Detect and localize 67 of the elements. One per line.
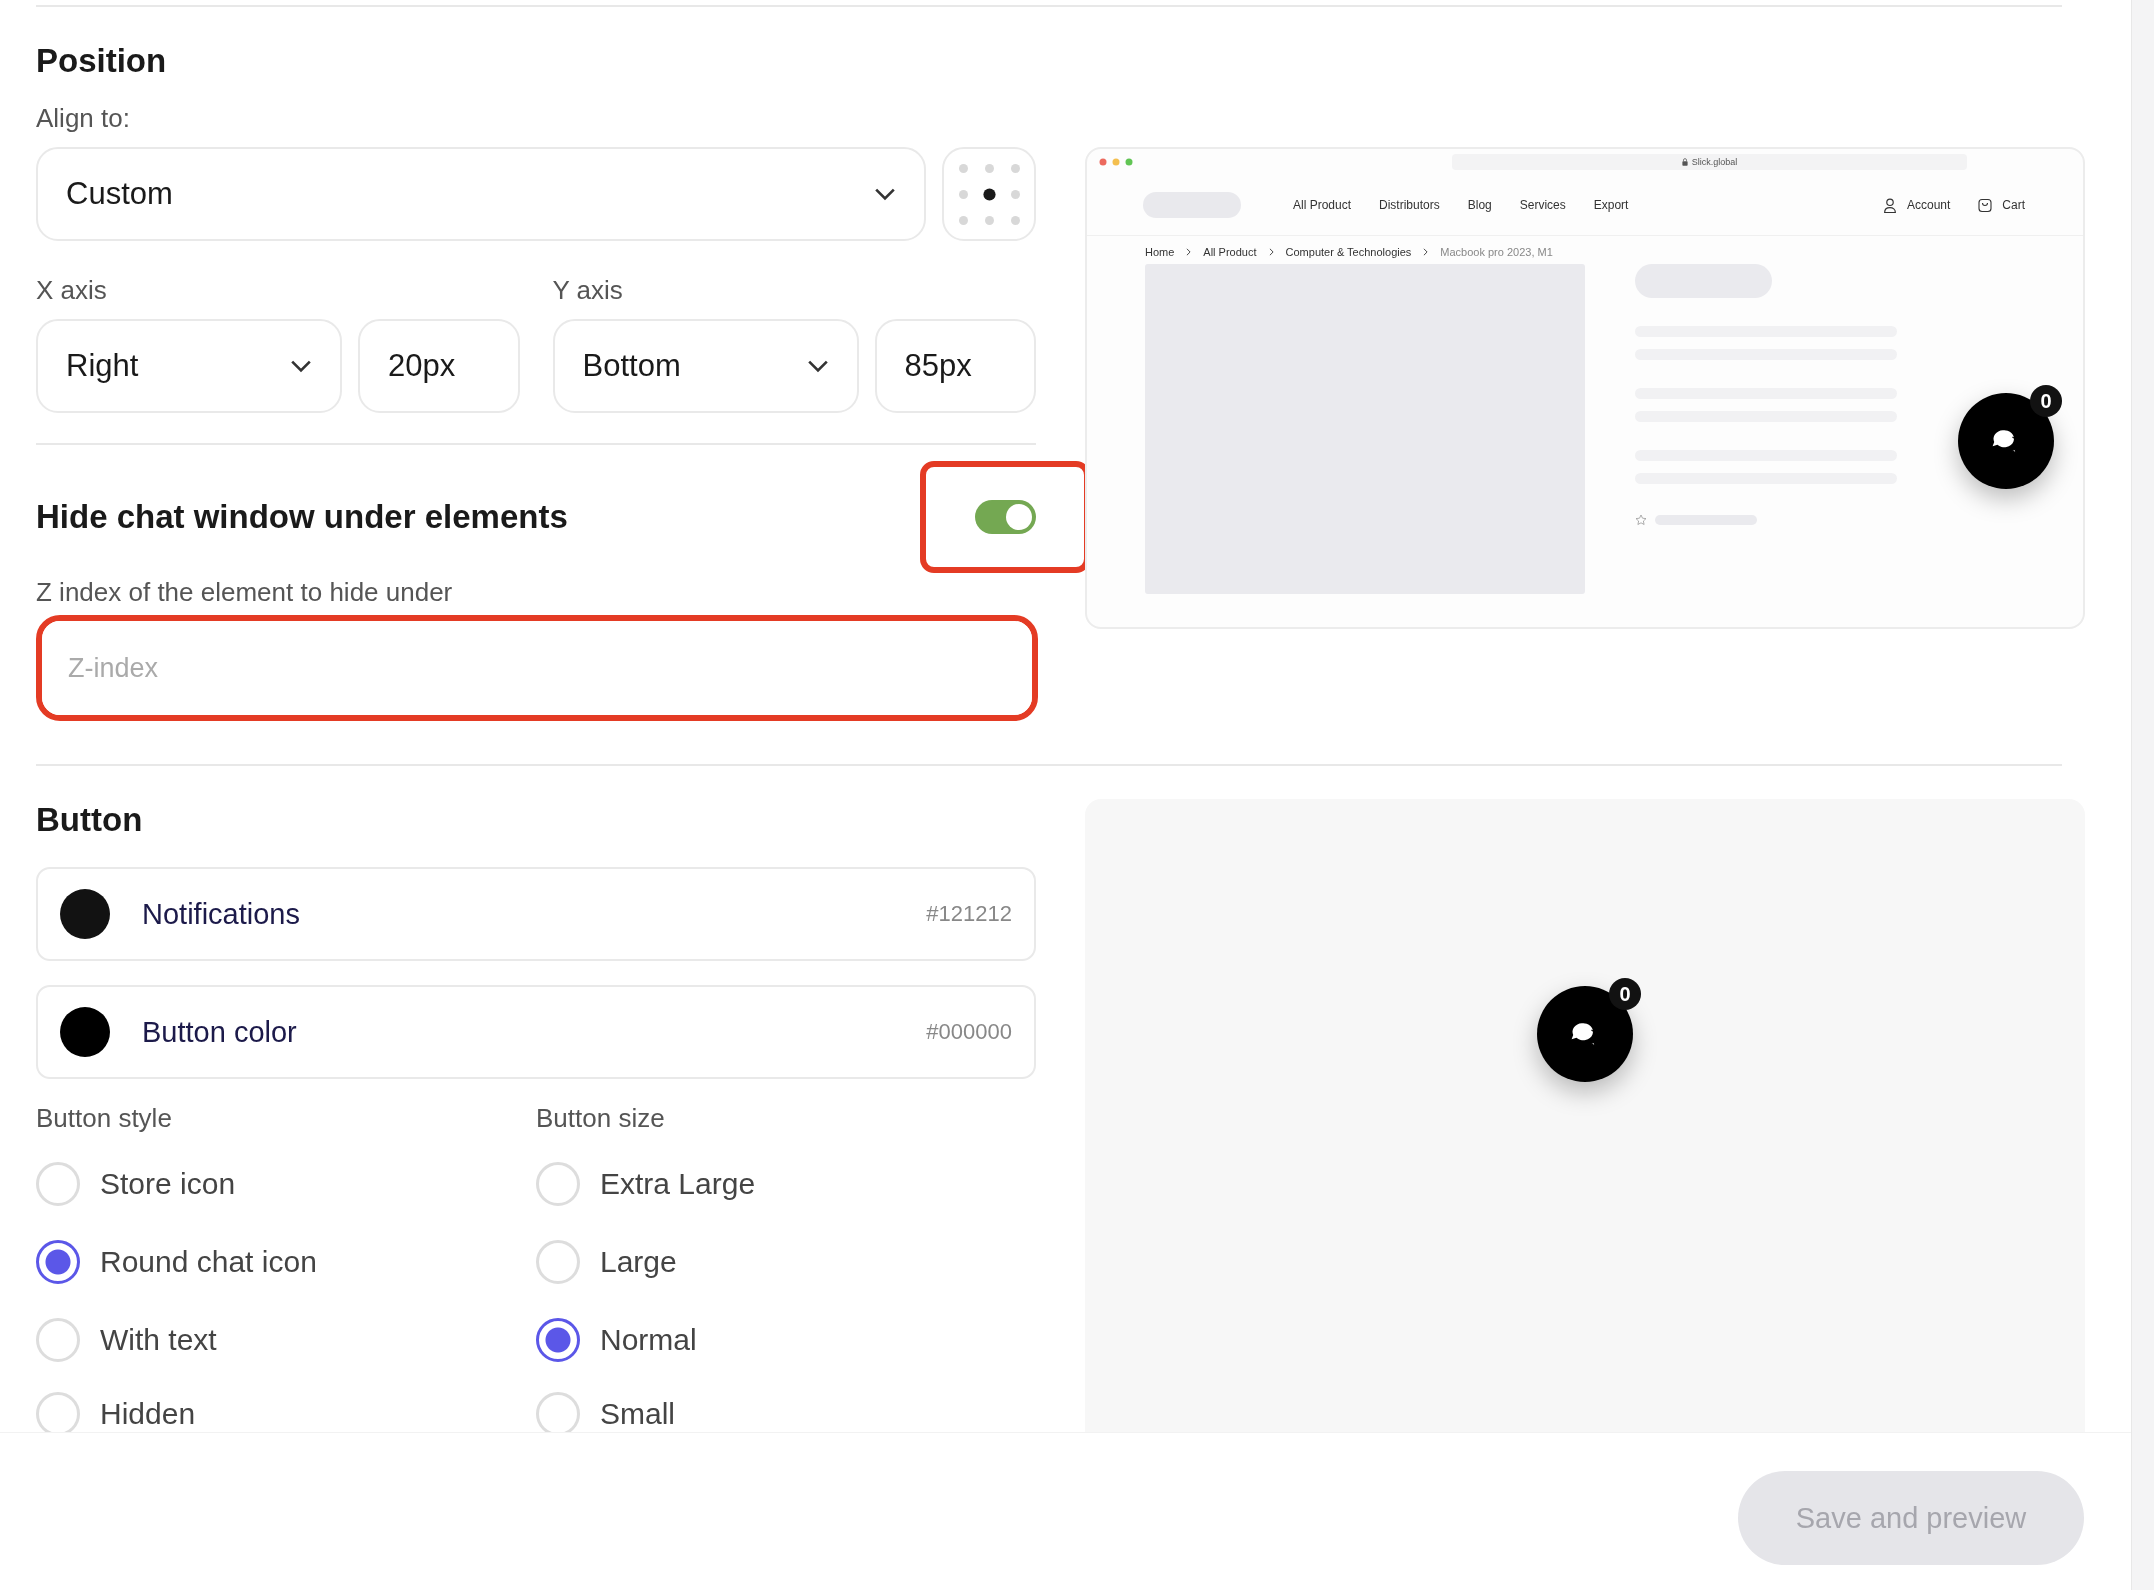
radio-label: Hidden [100, 1397, 196, 1431]
side-select[interactable]: Bottom [552, 319, 859, 413]
chevron-down-icon [806, 359, 829, 373]
nav-link[interactable]: Distributors [1379, 198, 1440, 212]
color-picker-row[interactable]: Button color #000000 [36, 985, 1036, 1079]
anchor-dot[interactable] [984, 163, 994, 173]
color-value: #121212 [926, 901, 1012, 927]
breadcrumb-link[interactable]: Computer & Technologies [1285, 246, 1412, 258]
side-select[interactable]: Right [36, 319, 342, 413]
anchor-dot[interactable] [1010, 189, 1020, 199]
radio-label: Round chat icon [100, 1245, 317, 1279]
url-text: Slick.global [1691, 157, 1738, 167]
anchor-dot[interactable] [984, 215, 994, 225]
field-label: Button size [536, 1103, 666, 1133]
anchor-dot[interactable] [958, 163, 968, 173]
radio-label: Extra Large [600, 1167, 756, 1201]
align-select[interactable]: Custom [36, 147, 926, 241]
account-link[interactable]: Account [1906, 198, 1951, 212]
anchor-dot[interactable] [1010, 215, 1020, 225]
section-heading: Position [36, 41, 168, 81]
chevron-right-icon [1423, 248, 1429, 256]
nav-link[interactable]: Services [1519, 198, 1566, 212]
chevron-right-icon [1186, 248, 1192, 256]
field-label: Align to: [36, 103, 131, 133]
radio-button[interactable] [536, 1318, 580, 1362]
breadcrumb-link[interactable]: Home [1145, 246, 1175, 258]
chat-button[interactable] [1537, 986, 1633, 1082]
nav-link[interactable]: Export [1593, 198, 1629, 212]
toggle-switch[interactable] [974, 500, 1036, 534]
color-picker-row[interactable]: Notifications #121212 [36, 867, 1036, 961]
section-heading: Hide chat window under elements [36, 497, 568, 537]
anchor-dot[interactable] [982, 187, 996, 201]
radio-label: Store icon [100, 1167, 236, 1201]
field-label: Y axis [552, 275, 624, 305]
window-controls-icon [1099, 158, 1133, 166]
breadcrumb-link[interactable]: Macbook pro 2023, M1 [1440, 246, 1553, 258]
breadcrumb-link[interactable]: All Product [1203, 246, 1257, 258]
nav-link[interactable]: Blog [1467, 198, 1492, 212]
anchor-dot[interactable] [1010, 163, 1020, 173]
nav-link[interactable]: All Product [1293, 198, 1352, 212]
section-heading: Button [36, 800, 144, 840]
chat-button[interactable] [1958, 393, 2054, 489]
offset-field[interactable]: 85px [874, 319, 1036, 413]
chevron-right-icon [1268, 248, 1274, 256]
field-label: Z index of the element to hide under [36, 577, 454, 607]
lock-icon [1681, 158, 1688, 166]
field-label: Button style [36, 1103, 173, 1133]
cart-link[interactable]: Cart [2002, 198, 2025, 212]
color-value: #000000 [926, 1019, 1012, 1045]
field-label: X axis [36, 275, 108, 305]
color-label: Notifications [142, 897, 300, 931]
radio-label: Normal [600, 1323, 697, 1357]
star-icon [1635, 514, 1647, 526]
offset-field[interactable]: 20px [358, 319, 520, 413]
radio-label: Large [600, 1245, 677, 1279]
color-label: Button color [142, 1015, 297, 1049]
user-icon [1882, 197, 1897, 213]
radio-label: With text [100, 1323, 217, 1357]
anchor-dot[interactable] [958, 189, 968, 199]
bag-icon [1978, 197, 1993, 213]
notification-badge: 0 [2030, 385, 2062, 417]
chevron-down-icon [874, 187, 896, 201]
anchor-dot[interactable] [958, 215, 968, 225]
radio-label: Small [600, 1397, 675, 1431]
chevron-down-icon [290, 359, 312, 373]
radio-button[interactable] [36, 1240, 80, 1284]
notification-badge: 0 [1609, 978, 1641, 1010]
